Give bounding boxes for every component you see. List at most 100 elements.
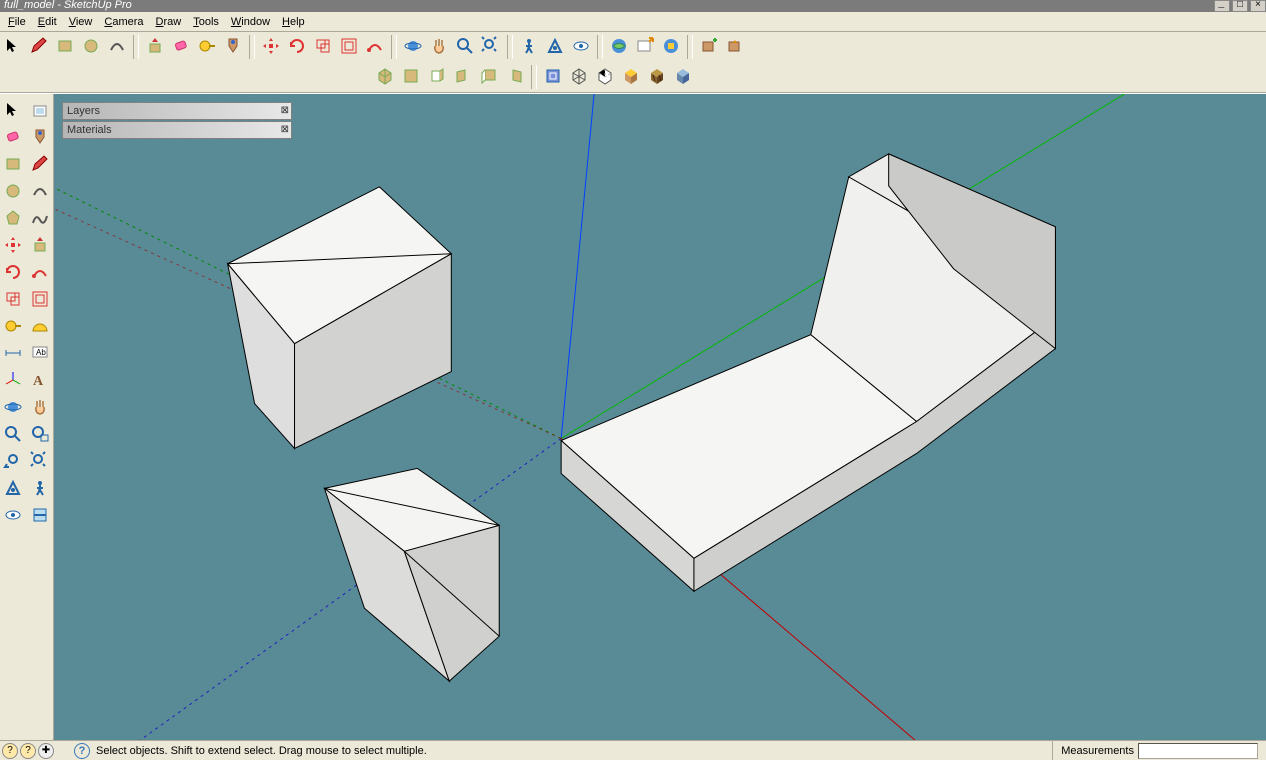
zoom-extents-tool-button[interactable]: [28, 450, 53, 475]
eraser-tool-button[interactable]: [168, 34, 194, 60]
menu-window[interactable]: Window: [225, 14, 276, 30]
freehand-tool-button[interactable]: [28, 207, 53, 232]
menu-tools[interactable]: Tools: [187, 14, 225, 30]
preview-ge-tool-button[interactable]: [722, 34, 748, 60]
back-icon: [479, 66, 499, 89]
materials-panel[interactable]: Materials ⊠: [62, 121, 292, 139]
shaded-tex-tool-button[interactable]: [644, 64, 670, 90]
layers-panel-title: Layers: [67, 105, 100, 117]
mono-tool-button[interactable]: [670, 64, 696, 90]
previous-tool-button[interactable]: [1, 450, 26, 475]
get-models-tool-button[interactable]: [606, 34, 632, 60]
section-tool-button[interactable]: [28, 504, 53, 529]
arc-tool-button[interactable]: [28, 180, 53, 205]
left-icon: [505, 66, 525, 89]
back-tool-button[interactable]: [476, 64, 502, 90]
status-geo-icon[interactable]: ?: [2, 743, 18, 759]
add-location-tool-button[interactable]: [696, 34, 722, 60]
offset-tool-button[interactable]: [28, 288, 53, 313]
menu-file[interactable]: File: [2, 14, 32, 30]
menu-view[interactable]: View: [63, 14, 99, 30]
status-claim-icon[interactable]: ✚: [38, 743, 54, 759]
offset-icon: [339, 36, 359, 59]
measurements-input[interactable]: [1138, 743, 1258, 759]
left-tool-button[interactable]: [502, 64, 528, 90]
wire-tool-button[interactable]: [566, 64, 592, 90]
rotate-tool-button[interactable]: [1, 261, 26, 286]
window-titlebar: full_model - SketchUp Pro _ □ ×: [0, 0, 1266, 12]
window-close-button[interactable]: ×: [1250, 0, 1266, 12]
menu-help[interactable]: Help: [276, 14, 311, 30]
hidden-tool-button[interactable]: [592, 64, 618, 90]
pan-tool-button[interactable]: [28, 396, 53, 421]
right-tool-button[interactable]: [450, 64, 476, 90]
eraser-tool-button[interactable]: [1, 126, 26, 151]
polygon-tool-button[interactable]: [1, 207, 26, 232]
walk-tool-button[interactable]: [28, 477, 53, 502]
shape-ramp[interactable]: [561, 154, 1055, 591]
zoom-extents-tool-button[interactable]: [478, 34, 504, 60]
rectangle-tool-button[interactable]: [52, 34, 78, 60]
top-tool-button[interactable]: [398, 64, 424, 90]
walk-tool-button[interactable]: [516, 34, 542, 60]
pushpull-tool-button[interactable]: [142, 34, 168, 60]
rectangle-tool-button[interactable]: [1, 153, 26, 178]
3dwarehouse-tool-button[interactable]: [658, 34, 684, 60]
followme-tool-button[interactable]: [28, 261, 53, 286]
shape-cube[interactable]: [228, 187, 452, 449]
zoom-tool-button[interactable]: [452, 34, 478, 60]
tape-tool-button[interactable]: [194, 34, 220, 60]
select-tool-button[interactable]: [1, 99, 26, 124]
dimension-tool-button[interactable]: [1, 342, 26, 367]
position-tool-button[interactable]: [1, 477, 26, 502]
front-tool-button[interactable]: [424, 64, 450, 90]
arc-tool-button[interactable]: [104, 34, 130, 60]
model-viewport[interactable]: [54, 94, 1266, 760]
pushpull-tool-button[interactable]: [28, 234, 53, 259]
protractor-tool-button[interactable]: [28, 315, 53, 340]
look-tool-button[interactable]: [1, 504, 26, 529]
text-tool-button[interactable]: Ab: [28, 342, 53, 367]
zoom-tool-button[interactable]: [1, 423, 26, 448]
circle-tool-button[interactable]: [1, 180, 26, 205]
layers-panel-close[interactable]: ⊠: [281, 104, 289, 120]
paint-tool-button[interactable]: [220, 34, 246, 60]
layers-panel[interactable]: Layers ⊠: [62, 102, 292, 120]
eraser-icon: [171, 36, 191, 59]
materials-panel-close[interactable]: ⊠: [281, 123, 289, 139]
orbit-tool-button[interactable]: [1, 396, 26, 421]
shape-wedge[interactable]: [324, 468, 499, 681]
shaded-tool-button[interactable]: [618, 64, 644, 90]
pan-tool-button[interactable]: [426, 34, 452, 60]
axes-tool-button[interactable]: [1, 369, 26, 394]
line-tool-button[interactable]: [28, 153, 53, 178]
window-maximize-button[interactable]: □: [1232, 0, 1248, 12]
menu-draw[interactable]: Draw: [150, 14, 188, 30]
select-tool-button[interactable]: [0, 34, 26, 60]
menu-edit[interactable]: Edit: [32, 14, 63, 30]
share-tool-button[interactable]: [632, 34, 658, 60]
follow-tool-button[interactable]: [362, 34, 388, 60]
offset-tool-button[interactable]: [336, 34, 362, 60]
pencil-tool-button[interactable]: [26, 34, 52, 60]
look-tool-button[interactable]: [568, 34, 594, 60]
component-tool-button[interactable]: [28, 99, 53, 124]
position-icon: [3, 478, 23, 501]
circle-tool-button[interactable]: [78, 34, 104, 60]
status-credits-icon[interactable]: ?: [20, 743, 36, 759]
move-tool-button[interactable]: [1, 234, 26, 259]
scale-tool-button[interactable]: [1, 288, 26, 313]
3dtext-tool-button[interactable]: A: [28, 369, 53, 394]
paint-tool-button[interactable]: [28, 126, 53, 151]
zoom-window-tool-button[interactable]: [28, 423, 53, 448]
rotate-tool-button[interactable]: [284, 34, 310, 60]
orbit-tool-button[interactable]: [400, 34, 426, 60]
window-minimize-button[interactable]: _: [1214, 0, 1230, 12]
move-tool-button[interactable]: [258, 34, 284, 60]
position-tool-button[interactable]: [542, 34, 568, 60]
tape-tool-button[interactable]: [1, 315, 26, 340]
xray-tool-button[interactable]: [540, 64, 566, 90]
menu-camera[interactable]: Camera: [98, 14, 149, 30]
scale-tool-button[interactable]: [310, 34, 336, 60]
iso-tool-button[interactable]: [372, 64, 398, 90]
